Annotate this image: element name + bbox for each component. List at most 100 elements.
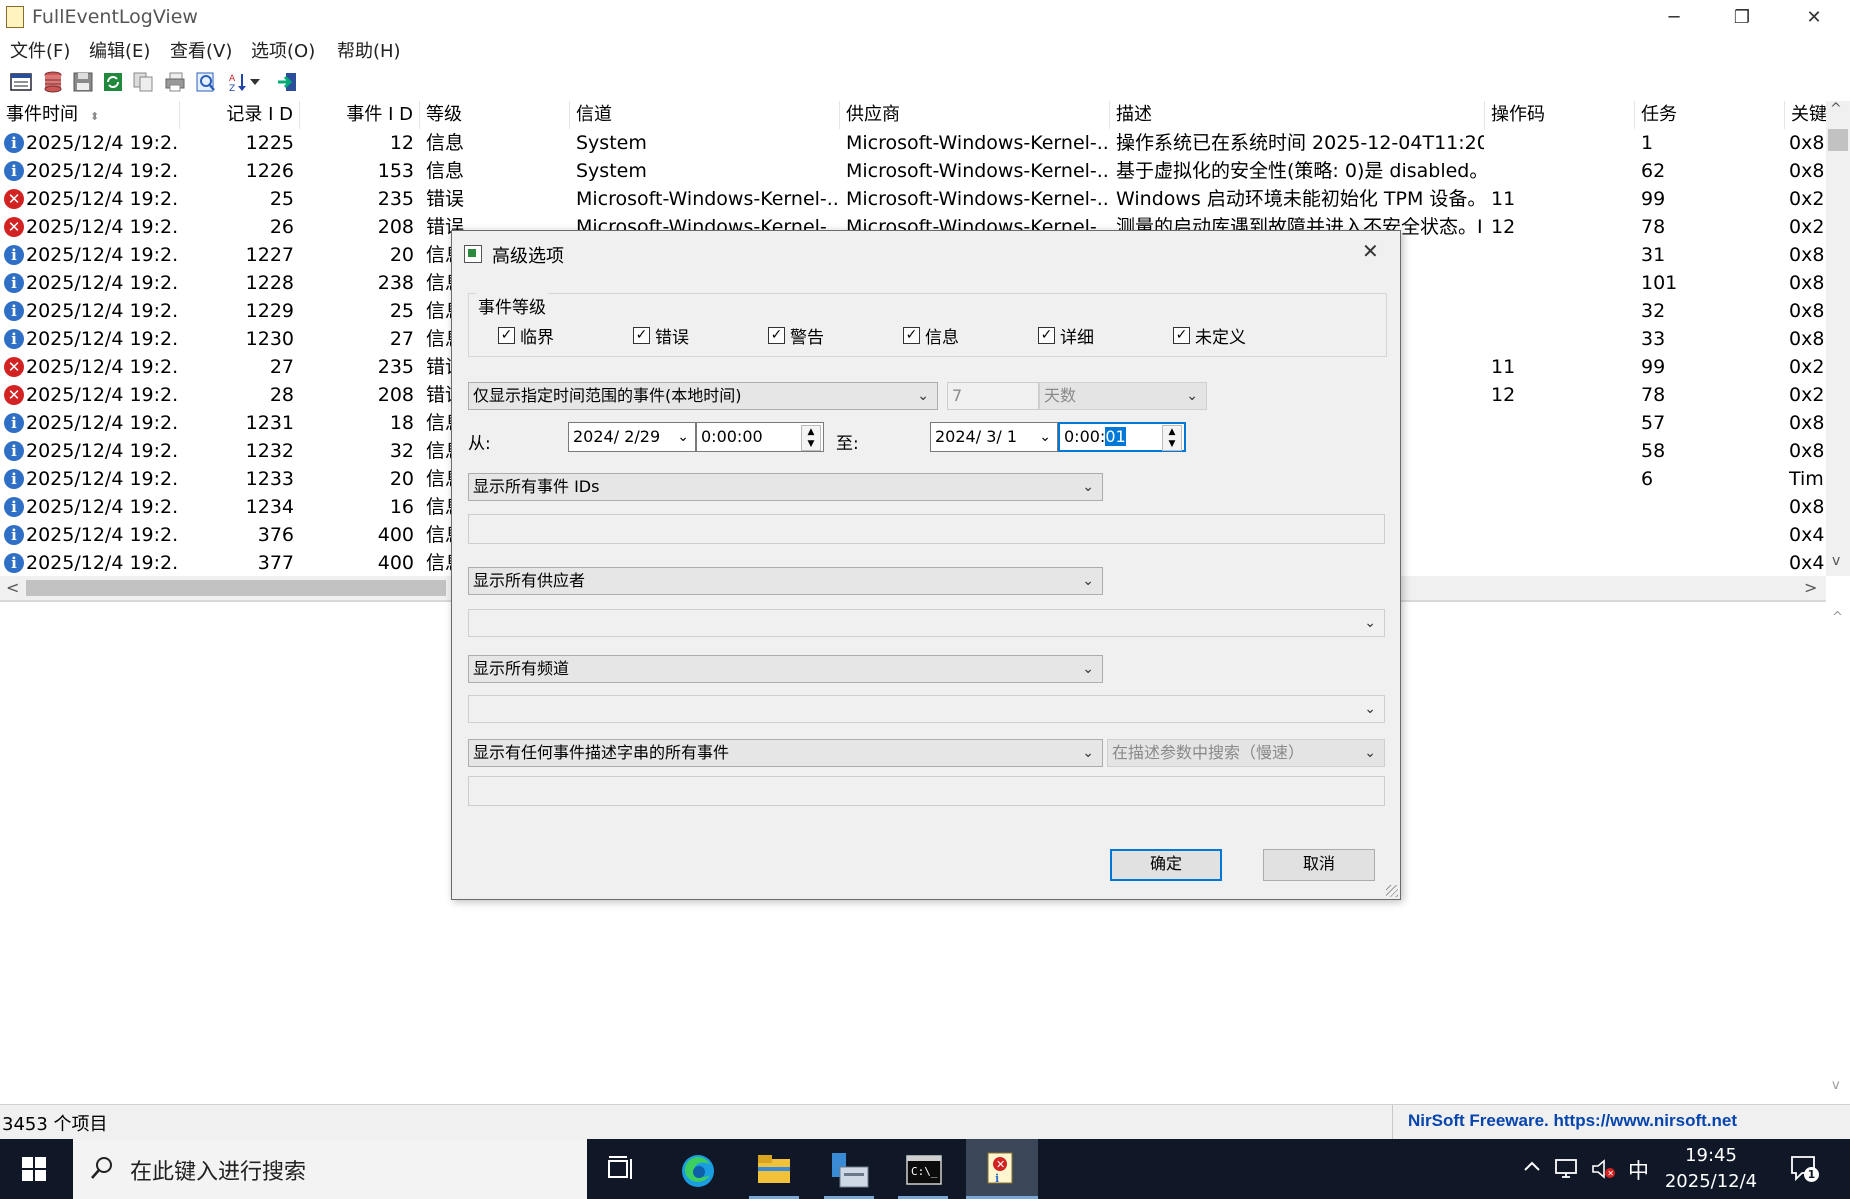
show-hidden-icons-icon[interactable] [1522, 1157, 1542, 1182]
to-date-picker[interactable]: 2024/ 3/ 1 ⌄ [930, 422, 1058, 452]
cell-event: 20 [389, 244, 414, 266]
column-header-keywords[interactable]: 关键 [1785, 101, 1826, 129]
cell-task: 101 [1641, 272, 1678, 294]
exit-icon[interactable] [274, 69, 300, 95]
cell-channel: System [576, 132, 647, 154]
checkbox-check-icon[interactable]: ✓ [903, 327, 920, 344]
details-scroll-down-icon[interactable]: v [1832, 1078, 1840, 1093]
cell-opcode [1491, 325, 1633, 353]
dialog-close-button[interactable]: ✕ [1362, 239, 1379, 263]
providers-filter-select[interactable]: 显示所有供应者 ⌄ [468, 567, 1103, 595]
column-header-provider[interactable]: 供应商 [840, 101, 1110, 129]
from-date-picker[interactable]: 2024/ 2/29 ⌄ [568, 422, 696, 452]
level-checkbox[interactable]: ✓ 警告 [768, 323, 824, 348]
to-time-input[interactable]: 0:00:01 ▲ ▼ [1058, 422, 1186, 452]
list-horizontal-scroll-thumb[interactable] [26, 580, 446, 596]
event-ids-input[interactable] [468, 514, 1385, 544]
description-filter-select[interactable]: 显示有任何事件描述字串的所有事件 ⌄ [468, 739, 1103, 767]
edge-icon[interactable] [680, 1153, 716, 1193]
column-header-opcode[interactable]: 操作码 [1485, 101, 1635, 129]
column-header-description[interactable]: 描述 [1110, 101, 1485, 129]
providers-list-select[interactable]: ⌄ [468, 609, 1385, 637]
column-header-record-id[interactable]: 记录 I D [180, 101, 300, 129]
column-header-event-time[interactable]: 事件时间 ⬍ [0, 101, 180, 129]
checkbox-check-icon[interactable]: ✓ [633, 327, 650, 344]
close-button[interactable]: ✕ [1786, 0, 1842, 34]
table-row[interactable]: ✕ 2025/12/4 19:2... 25 235 错误 Microsoft-Windo… [0, 185, 1826, 213]
scroll-left-arrow-icon[interactable]: < [6, 578, 19, 597]
restore-button[interactable]: ❐ [1714, 0, 1770, 34]
description-input[interactable] [468, 776, 1385, 806]
scroll-right-arrow-icon[interactable]: > [1804, 578, 1817, 597]
time-filter-select[interactable]: 仅显示指定时间范围的事件(本地时间) ⌄ [468, 382, 938, 410]
cell-time: 2025/12/4 19:2... [26, 300, 180, 322]
start-button[interactable] [22, 1157, 46, 1185]
taskbar-search-box[interactable]: 在此键入进行搜索 [73, 1139, 587, 1199]
table-row[interactable]: i 2025/12/4 19:2... 1226 153 信息 System Microso… [0, 157, 1826, 185]
description-search-mode-select[interactable]: 在描述参数中搜索（慢速） ⌄ [1107, 739, 1385, 767]
print-icon[interactable] [162, 69, 188, 95]
find-icon[interactable] [193, 69, 219, 95]
column-header-event-id[interactable]: 事件 I D [300, 101, 420, 129]
list-vertical-scrollbar[interactable]: ^ v [1826, 101, 1850, 576]
task-view-icon[interactable] [606, 1155, 636, 1187]
menu-view[interactable]: 查看(V) [170, 37, 232, 63]
checkbox-check-icon[interactable]: ✓ [1038, 327, 1055, 344]
cell-time: 2025/12/4 19:2... [26, 132, 180, 154]
svg-text:Z: Z [229, 84, 235, 93]
volume-muted-icon[interactable]: ✕ [1590, 1157, 1616, 1185]
to-time-spinner[interactable]: ▲ ▼ [1162, 425, 1182, 451]
time-count-input[interactable]: 7 [947, 382, 1039, 410]
server-manager-icon[interactable] [830, 1151, 870, 1193]
level-checkbox[interactable]: ✓ 未定义 [1173, 323, 1246, 348]
network-icon[interactable] [1554, 1157, 1580, 1185]
level-checkbox[interactable]: ✓ 信息 [903, 323, 959, 348]
details-scroll-up-icon[interactable]: ^ [1832, 610, 1843, 625]
level-checkbox[interactable]: ✓ 临界 [498, 323, 554, 348]
clock-date[interactable]: 2025/12/4 [1664, 1171, 1758, 1192]
column-header-channel[interactable]: 信道 [570, 101, 840, 129]
resize-grip[interactable] [1386, 885, 1398, 897]
from-time-spinner[interactable]: ▲ ▼ [801, 425, 821, 451]
nirsoft-link[interactable]: NirSoft Freeware. https://www.nirsoft.ne… [1408, 1111, 1737, 1131]
save-icon[interactable] [70, 69, 96, 95]
cancel-button[interactable]: 取消 [1263, 849, 1375, 881]
menu-file[interactable]: 文件(F) [10, 37, 70, 63]
clock-time[interactable]: 19:45 [1664, 1145, 1758, 1166]
menu-help[interactable]: 帮助(H) [337, 37, 401, 63]
checkbox-check-icon[interactable]: ✓ [1173, 327, 1190, 344]
dropdown-arrow-icon[interactable] [248, 69, 262, 95]
ok-button[interactable]: 确定 [1110, 849, 1222, 881]
channels-filter-select[interactable]: 显示所有频道 ⌄ [468, 655, 1103, 683]
table-row[interactable]: i 2025/12/4 19:2... 1225 12 信息 System Microsof… [0, 129, 1826, 157]
column-header-level[interactable]: 等级 [420, 101, 570, 129]
menu-options[interactable]: 选项(O) [251, 37, 315, 63]
minimize-button[interactable]: ─ [1646, 0, 1702, 34]
channels-list-select[interactable]: ⌄ [468, 695, 1385, 723]
time-unit-select[interactable]: 天数 ⌄ [1039, 382, 1207, 410]
checkbox-check-icon[interactable]: ✓ [768, 327, 785, 344]
chevron-down-icon: ⌄ [1082, 745, 1094, 761]
list-vertical-scroll-thumb[interactable] [1828, 129, 1848, 151]
copy-icon[interactable] [130, 69, 156, 95]
database-icon[interactable] [40, 69, 66, 95]
event-ids-filter-select[interactable]: 显示所有事件 IDs ⌄ [468, 473, 1103, 501]
cell-keyword: 0x2 [1789, 216, 1825, 238]
scroll-down-arrow-icon[interactable]: v [1832, 553, 1840, 569]
terminal-icon[interactable]: C:\_ [906, 1155, 942, 1189]
from-time-input[interactable]: 0:00:00 ▲ ▼ [696, 422, 824, 452]
menu-edit[interactable]: 编辑(E) [89, 37, 150, 63]
level-checkbox[interactable]: ✓ 详细 [1038, 323, 1094, 348]
notification-center-icon[interactable]: 1 [1790, 1155, 1820, 1187]
scroll-up-arrow-icon[interactable]: ^ [1830, 101, 1842, 117]
file-explorer-icon[interactable] [756, 1153, 792, 1191]
fulleventlogview-taskbar-button[interactable]: ✕ i [966, 1139, 1038, 1199]
refresh-icon[interactable] [100, 69, 126, 95]
level-checkbox[interactable]: ✓ 错误 [633, 323, 689, 348]
ime-indicator[interactable]: 中 [1628, 1155, 1649, 1185]
column-header-task[interactable]: 任务 [1635, 101, 1785, 129]
cell-event: 12 [389, 132, 414, 154]
checkbox-check-icon[interactable]: ✓ [498, 327, 515, 344]
details-vertical-scrollbar[interactable]: ^ v [1826, 600, 1850, 1104]
properties-icon[interactable] [8, 69, 34, 95]
